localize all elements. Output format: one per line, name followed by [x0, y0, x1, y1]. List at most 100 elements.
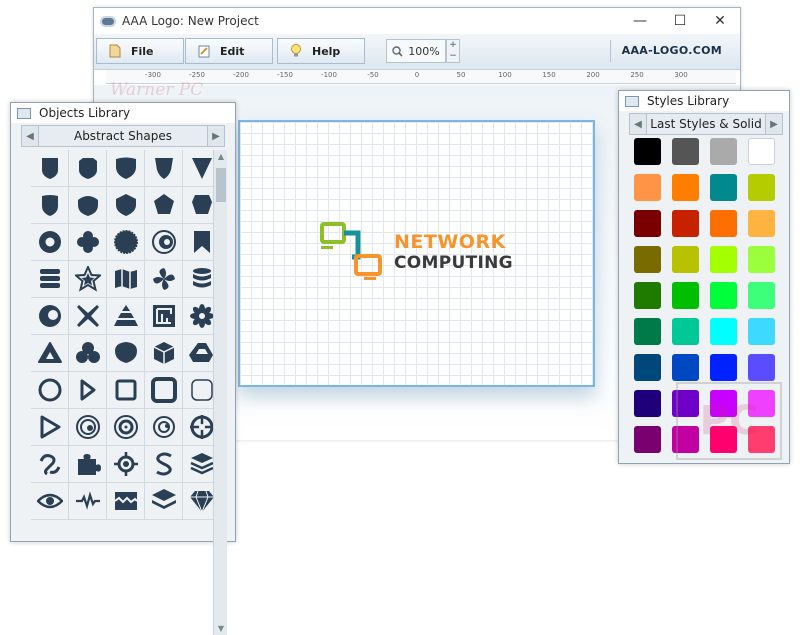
shape-cell[interactable] [69, 261, 107, 298]
swatch-cell[interactable] [706, 135, 744, 171]
swatch-cell[interactable] [630, 315, 668, 351]
swatch-cell[interactable] [630, 387, 668, 423]
color-swatch[interactable] [710, 138, 737, 165]
objects-scrollbar[interactable]: ▲ ▼ [213, 150, 227, 635]
color-swatch[interactable] [748, 354, 775, 381]
styles-prev-category-button[interactable]: ◀ [629, 113, 647, 135]
objects-prev-category-button[interactable]: ◀ [21, 125, 39, 147]
swatch-cell[interactable] [630, 171, 668, 207]
color-swatch[interactable] [710, 246, 737, 273]
color-swatch[interactable] [634, 390, 661, 417]
shape-cell[interactable] [31, 187, 69, 224]
color-swatch[interactable] [634, 246, 661, 273]
shape-cell[interactable] [145, 298, 183, 335]
shape-cell[interactable] [145, 409, 183, 446]
logo-text-line1[interactable]: NETWORK [394, 231, 506, 253]
scroll-down-arrow[interactable]: ▼ [214, 624, 228, 633]
shape-cell[interactable] [145, 224, 183, 261]
objects-library-titlebar[interactable]: Objects Library [11, 103, 235, 123]
edit-menu-button[interactable]: Edit [185, 38, 273, 64]
help-menu-button[interactable]: Help [277, 38, 365, 64]
shape-cell[interactable] [107, 224, 145, 261]
shape-cell[interactable] [69, 446, 107, 483]
swatch-cell[interactable] [630, 423, 668, 459]
color-swatch[interactable] [672, 174, 699, 201]
color-swatch[interactable] [710, 210, 737, 237]
swatch-cell[interactable] [706, 243, 744, 279]
shape-cell[interactable] [69, 372, 107, 409]
swatch-cell[interactable] [630, 135, 668, 171]
zoom-stepper[interactable]: + − [446, 39, 460, 63]
swatch-cell[interactable] [668, 207, 706, 243]
shape-cell[interactable] [107, 483, 145, 520]
close-button[interactable]: ✕ [700, 8, 740, 34]
shape-cell[interactable] [107, 335, 145, 372]
shape-cell[interactable] [31, 335, 69, 372]
swatch-cell[interactable] [668, 315, 706, 351]
swatch-cell[interactable] [668, 171, 706, 207]
swatch-cell[interactable] [706, 279, 744, 315]
shape-cell[interactable] [107, 150, 145, 187]
color-swatch[interactable] [710, 174, 737, 201]
shape-cell[interactable] [31, 150, 69, 187]
styles-next-category-button[interactable]: ▶ [765, 113, 783, 135]
color-swatch[interactable] [710, 318, 737, 345]
color-swatch[interactable] [634, 210, 661, 237]
styles-category-label[interactable]: Last Styles & Solid [647, 113, 765, 135]
color-swatch[interactable] [748, 138, 775, 165]
shape-cell[interactable] [69, 298, 107, 335]
shape-cell[interactable] [31, 298, 69, 335]
swatch-cell[interactable] [630, 207, 668, 243]
swatch-cell[interactable] [668, 135, 706, 171]
color-swatch[interactable] [748, 210, 775, 237]
color-swatch[interactable] [672, 282, 699, 309]
color-swatch[interactable] [634, 318, 661, 345]
swatch-cell[interactable] [706, 315, 744, 351]
file-menu-button[interactable]: File [96, 38, 184, 64]
brand-link[interactable]: AAA-LOGO.COM [622, 44, 722, 57]
swatch-cell[interactable] [630, 243, 668, 279]
swatch-cell[interactable] [668, 243, 706, 279]
shape-cell[interactable] [31, 483, 69, 520]
swatch-cell[interactable] [744, 135, 782, 171]
color-swatch[interactable] [748, 318, 775, 345]
shape-cell[interactable] [107, 187, 145, 224]
color-swatch[interactable] [710, 282, 737, 309]
color-swatch[interactable] [748, 282, 775, 309]
logo-text-line2[interactable]: COMPUTING [394, 253, 513, 273]
minimize-button[interactable]: — [620, 8, 660, 34]
color-swatch[interactable] [748, 246, 775, 273]
styles-library-titlebar[interactable]: Styles Library [619, 91, 789, 111]
color-swatch[interactable] [748, 174, 775, 201]
swatch-cell[interactable] [630, 351, 668, 387]
shape-cell[interactable] [31, 409, 69, 446]
shape-cell[interactable] [69, 483, 107, 520]
shape-cell[interactable] [69, 150, 107, 187]
shape-cell[interactable] [69, 409, 107, 446]
zoom-up-button[interactable]: + [447, 40, 459, 51]
color-swatch[interactable] [672, 246, 699, 273]
design-canvas[interactable]: NETWORK COMPUTING [238, 120, 595, 387]
swatch-cell[interactable] [630, 279, 668, 315]
shape-cell[interactable] [31, 224, 69, 261]
swatch-cell[interactable] [706, 207, 744, 243]
color-swatch[interactable] [634, 138, 661, 165]
shape-cell[interactable] [107, 372, 145, 409]
shape-cell[interactable] [145, 483, 183, 520]
shape-cell[interactable] [69, 187, 107, 224]
shape-cell[interactable] [145, 372, 183, 409]
shape-cell[interactable] [145, 446, 183, 483]
shape-cell[interactable] [31, 261, 69, 298]
shape-cell[interactable] [107, 261, 145, 298]
color-swatch[interactable] [710, 354, 737, 381]
color-swatch[interactable] [672, 318, 699, 345]
swatch-cell[interactable] [744, 243, 782, 279]
shape-cell[interactable] [145, 187, 183, 224]
swatch-cell[interactable] [668, 279, 706, 315]
color-swatch[interactable] [634, 174, 661, 201]
shape-cell[interactable] [145, 150, 183, 187]
shape-cell[interactable] [31, 446, 69, 483]
shape-cell[interactable] [107, 446, 145, 483]
color-swatch[interactable] [634, 354, 661, 381]
objects-category-label[interactable]: Abstract Shapes [39, 125, 207, 147]
